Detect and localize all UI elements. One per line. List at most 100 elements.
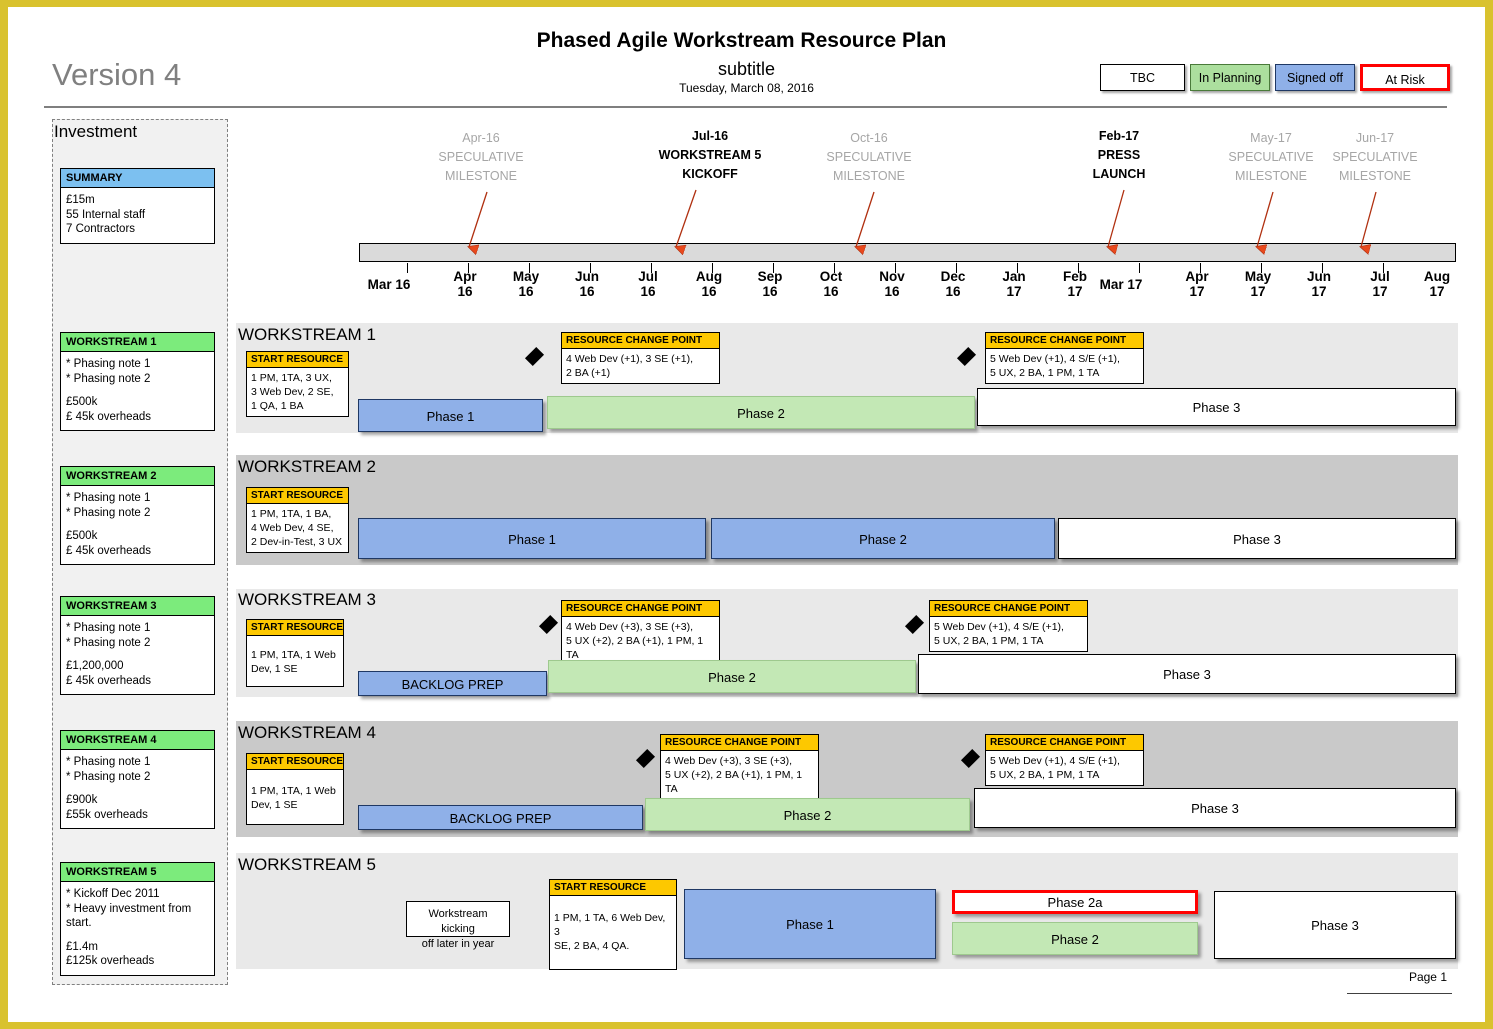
resource-line: 5 Web Dev (+1), 4 S/E (+1), (934, 621, 1064, 633)
phasing-note: * Phasing note 2 (66, 770, 151, 783)
resource-change-note-ws3-a[interactable]: RESOURCE CHANGE POINT 4 Web Dev (+3), 3 … (561, 600, 720, 666)
milestone-line2: KICKOFF (682, 167, 738, 181)
phasing-note: * Phasing note 1 (66, 492, 151, 504)
timeline-label-nov-16: Nov 16 (879, 269, 905, 299)
milestone-line2: LAUNCH (1092, 167, 1146, 181)
cost-line: £ 45k overheads (66, 410, 152, 423)
milestone-note-jul-16: Jul-16 WORKSTREAM 5 KICKOFF (635, 127, 785, 184)
page-number: Page 1 (1408, 970, 1447, 984)
legend-item-at-risk[interactable]: At Risk (1360, 64, 1450, 91)
start-resource-note-ws2[interactable]: START RESOURCE 1 PM, 1TA, 1 BA, 4 Web De… (246, 487, 349, 553)
milestone-line1: SPECULATIVE (438, 150, 524, 164)
start-resource-note-ws1[interactable]: START RESOURCE 1 PM, 1TA, 3 UX, 3 Web De… (246, 351, 349, 417)
investment-card-workstream-3[interactable]: WORKSTREAM 3 * Phasing note 1 * Phasing … (60, 596, 215, 695)
investment-panel-title: Investment (54, 122, 138, 141)
phase-bar-ws2-phase-3[interactable]: Phase 3 (1058, 518, 1456, 559)
cost-line: £500k (66, 530, 98, 542)
timeline-label-apr-17: Apr 17 (1185, 269, 1209, 299)
phase-bar-ws4-phase-2[interactable]: Phase 2 (645, 798, 970, 831)
resource-line: 2 Dev-in-Test, 3 UX (251, 536, 343, 548)
timeline-label-aug-16: Aug 16 (695, 269, 723, 299)
phase-bar-ws3-phase-2[interactable]: Phase 2 (548, 660, 916, 693)
investment-card-workstream-5[interactable]: WORKSTREAM 5 * Kickoff Dec 2011 * Heavy … (60, 862, 215, 976)
phasing-note: * Phasing note 1 (66, 756, 151, 768)
resource-change-note-ws4-b[interactable]: RESOURCE CHANGE POINT 5 Web Dev (+1), 4 … (985, 734, 1144, 786)
callout-line: Workstream kicking (428, 908, 488, 935)
timeline-label-mar-17: Mar 17 (1099, 277, 1143, 292)
phasing-note: * Phasing note 2 (66, 636, 151, 649)
status-legend: TBC In Planning Signed off At Risk (1100, 64, 1450, 91)
phasing-note: * Phasing note 1 (66, 358, 151, 370)
milestone-line2: MILESTONE (832, 169, 905, 183)
note-heading: START RESOURCE (247, 620, 343, 636)
phase-bar-ws3-backlog-prep[interactable]: BACKLOG PREP (358, 671, 547, 696)
resource-line: 5 UX, 2 BA, 1 PM, 1 TA (990, 769, 1100, 781)
phase-bar-ws2-phase-1[interactable]: Phase 1 (358, 518, 706, 559)
note-heading: START RESOURCE (247, 488, 348, 504)
phase-bar-ws5-phase-2a[interactable]: Phase 2a (952, 890, 1198, 914)
workstream-heading-2: WORKSTREAM 2 (238, 457, 376, 476)
resource-change-note-ws1-b[interactable]: RESOURCE CHANGE POINT 5 Web Dev (+1), 4 … (985, 332, 1144, 384)
header-divider (44, 106, 1447, 108)
note-heading: RESOURCE CHANGE POINT (986, 735, 1143, 751)
timeline-label-jul-16: Jul 16 (638, 269, 658, 299)
phase-bar-ws3-phase-3[interactable]: Phase 3 (918, 654, 1456, 694)
card-heading: WORKSTREAM 4 (61, 731, 214, 750)
cost-line: £ 45k overheads (66, 674, 152, 687)
timeline-label-may-17: May 17 (1244, 269, 1272, 299)
resource-change-note-ws3-b[interactable]: RESOURCE CHANGE POINT 5 Web Dev (+1), 4 … (929, 600, 1088, 652)
investment-card-workstream-2[interactable]: WORKSTREAM 2 * Phasing note 1 * Phasing … (60, 466, 215, 565)
card-heading: WORKSTREAM 3 (61, 597, 214, 616)
cost-line: £1,200,000 (66, 660, 124, 672)
resource-line: 5 UX, 2 BA, 1 PM, 1 TA (990, 367, 1100, 379)
milestone-date: Oct-16 (850, 131, 888, 145)
milestone-line2: MILESTONE (444, 169, 517, 183)
start-resource-note-ws5[interactable]: START RESOURCE 1 PM, 1 TA, 6 Web Dev, 3 … (549, 879, 677, 970)
resource-change-note-ws1-a[interactable]: RESOURCE CHANGE POINT 4 Web Dev (+1), 3 … (561, 332, 720, 384)
resource-line: SE, 2 BA, 4 QA. (554, 940, 630, 952)
milestone-date: Feb-17 (1098, 129, 1140, 143)
note-heading: RESOURCE CHANGE POINT (562, 601, 719, 617)
legend-item-signed-off[interactable]: Signed off (1275, 64, 1355, 91)
summary-line: 7 Contractors (66, 223, 136, 235)
phase-bar-ws1-phase-2[interactable]: Phase 2 (547, 396, 975, 429)
investment-card-summary[interactable]: SUMMARY £15m 55 Internal staff 7 Contrac… (60, 168, 215, 244)
workstream-5-callout: Workstream kicking off later in year (406, 901, 510, 950)
phase-bar-ws5-phase-1[interactable]: Phase 1 (684, 889, 936, 959)
phase-bar-ws4-backlog-prep[interactable]: BACKLOG PREP (358, 805, 643, 830)
timeline-label-apr-16: Apr 16 (453, 269, 477, 299)
resource-change-note-ws4-a[interactable]: RESOURCE CHANGE POINT 4 Web Dev (+3), 3 … (660, 734, 819, 800)
note-body: 4 Web Dev (+1), 3 SE (+1), 2 BA (+1) (562, 349, 719, 383)
legend-item-in-planning[interactable]: In Planning (1190, 64, 1270, 91)
resource-line: 4 Web Dev, 4 SE, (251, 522, 334, 534)
start-resource-note-ws4[interactable]: START RESOURCE 1 PM, 1TA, 1 Web Dev, 1 S… (246, 753, 344, 825)
phase-bar-ws1-phase-1[interactable]: Phase 1 (358, 399, 543, 432)
note-body: 1 PM, 1TA, 1 BA, 4 Web Dev, 4 SE, 2 Dev-… (247, 504, 348, 552)
investment-card-workstream-4[interactable]: WORKSTREAM 4 * Phasing note 1 * Phasing … (60, 730, 215, 829)
phase-bar-ws5-phase-2[interactable]: Phase 2 (952, 922, 1198, 955)
workstream-heading-5: WORKSTREAM 5 (238, 855, 376, 874)
timeline-label-oct-16: Oct 16 (819, 269, 843, 299)
phase-bar-ws5-phase-3[interactable]: Phase 3 (1214, 891, 1456, 959)
timeline-label-aug-17: Aug 17 (1423, 269, 1451, 299)
start-resource-note-ws3[interactable]: START RESOURCE 1 PM, 1TA, 1 Web Dev, 1 S… (246, 619, 344, 687)
timeline-label-jan-17: Jan 17 (1002, 269, 1026, 299)
investment-card-workstream-1[interactable]: WORKSTREAM 1 * Phasing note 1 * Phasing … (60, 332, 215, 431)
footer-divider (1347, 993, 1452, 994)
legend-item-tbc[interactable]: TBC (1100, 64, 1185, 91)
resource-line: Dev, 1 SE (251, 799, 298, 811)
cost-line: £900k (66, 794, 98, 806)
resource-line: Dev, 1 SE (251, 663, 298, 675)
page-title: Phased Agile Workstream Resource Plan (8, 29, 1485, 53)
cost-line: £55k overheads (66, 808, 148, 821)
phase-bar-ws1-phase-3[interactable]: Phase 3 (977, 388, 1456, 426)
workstream-heading-1: WORKSTREAM 1 (238, 325, 376, 344)
resource-line: 1 PM, 1TA, 1 BA, (251, 508, 332, 520)
phase-bar-ws4-phase-3[interactable]: Phase 3 (974, 788, 1456, 828)
phase-bar-ws2-phase-2[interactable]: Phase 2 (711, 518, 1055, 559)
workstream-heading-4: WORKSTREAM 4 (238, 723, 376, 742)
card-heading: SUMMARY (61, 169, 214, 188)
